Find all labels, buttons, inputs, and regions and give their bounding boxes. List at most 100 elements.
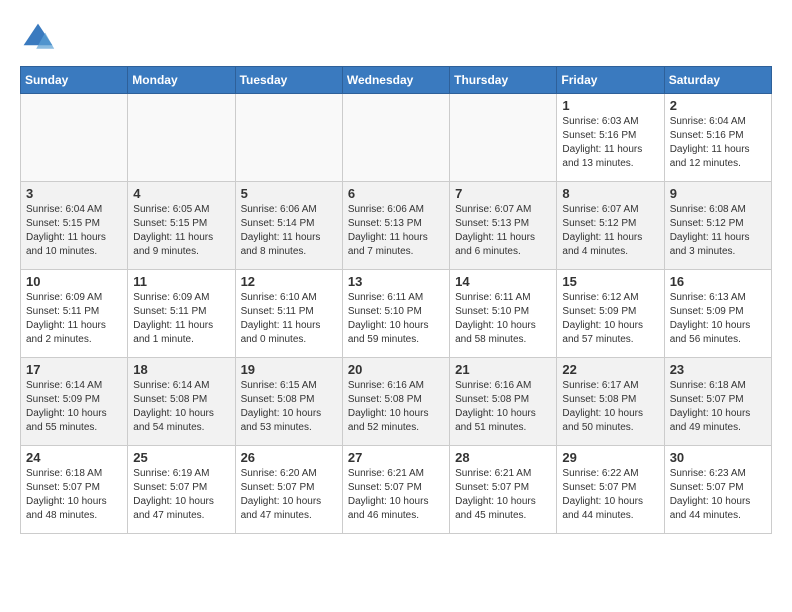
calendar-week-2: 3 Sunrise: 6:04 AM Sunset: 5:15 PM Daylig… [21,182,772,270]
day-number: 23 [670,362,766,377]
day-number: 13 [348,274,444,289]
calendar-table: SundayMondayTuesdayWednesdayThursdayFrid… [20,66,772,534]
calendar-cell: 28 Sunrise: 6:21 AM Sunset: 5:07 PM Dayli… [450,446,557,534]
day-info: Sunrise: 6:07 AM Sunset: 5:12 PM Dayligh… [562,203,658,259]
calendar-cell: 2Sunrise: 6:04 AM Sunset: 5:16 PM Daylig… [664,94,771,182]
calendar-cell [450,94,557,182]
calendar-cell: 14 Sunrise: 6:11 AM Sunset: 5:10 PM Dayli… [450,270,557,358]
calendar-cell [21,94,128,182]
calendar-cell: 23 Sunrise: 6:18 AM Sunset: 5:07 PM Dayli… [664,358,771,446]
day-info: Sunrise: 6:21 AM Sunset: 5:07 PM Dayligh… [455,467,551,523]
day-info: Sunrise: 6:15 AM Sunset: 5:08 PM Dayligh… [241,379,337,435]
calendar-cell [128,94,235,182]
calendar-cell: 7 Sunrise: 6:07 AM Sunset: 5:13 PM Daylig… [450,182,557,270]
day-number: 3 [26,186,122,201]
day-info: Sunrise: 6:13 AM Sunset: 5:09 PM Dayligh… [670,291,766,347]
day-info: Sunrise: 6:11 AM Sunset: 5:10 PM Dayligh… [348,291,444,347]
day-number: 6 [348,186,444,201]
calendar-cell: 16 Sunrise: 6:13 AM Sunset: 5:09 PM Dayli… [664,270,771,358]
day-info: Sunrise: 6:22 AM Sunset: 5:07 PM Dayligh… [562,467,658,523]
calendar-cell: 1 Sunrise: 6:03 AM Sunset: 5:16 PM Daylig… [557,94,664,182]
calendar-cell: 21 Sunrise: 6:16 AM Sunset: 5:08 PM Dayli… [450,358,557,446]
day-number: 18 [133,362,229,377]
day-info: Sunrise: 6:04 AM Sunset: 5:15 PM Dayligh… [26,203,122,259]
day-info: Sunrise: 6:09 AM Sunset: 5:11 PM Dayligh… [26,291,122,347]
calendar-cell: 5 Sunrise: 6:06 AM Sunset: 5:14 PM Daylig… [235,182,342,270]
calendar-cell: 3 Sunrise: 6:04 AM Sunset: 5:15 PM Daylig… [21,182,128,270]
day-number: 25 [133,450,229,465]
page-header [20,20,772,56]
day-number: 29 [562,450,658,465]
day-number: 1 [562,98,658,113]
day-info: Sunrise: 6:16 AM Sunset: 5:08 PM Dayligh… [348,379,444,435]
day-number: 17 [26,362,122,377]
day-info: Sunrise: 6:10 AM Sunset: 5:11 PM Dayligh… [241,291,337,347]
col-header-sunday: Sunday [21,67,128,94]
calendar-cell: 19 Sunrise: 6:15 AM Sunset: 5:08 PM Dayli… [235,358,342,446]
logo-icon [20,20,56,56]
day-number: 16 [670,274,766,289]
day-info: Sunrise: 6:04 AM Sunset: 5:16 PM Dayligh… [670,115,766,171]
calendar-header-row: SundayMondayTuesdayWednesdayThursdayFrid… [21,67,772,94]
day-number: 15 [562,274,658,289]
day-number: 20 [348,362,444,377]
day-number: 30 [670,450,766,465]
day-info: Sunrise: 6:14 AM Sunset: 5:09 PM Dayligh… [26,379,122,435]
day-info: Sunrise: 6:14 AM Sunset: 5:08 PM Dayligh… [133,379,229,435]
day-number: 8 [562,186,658,201]
calendar-cell: 20 Sunrise: 6:16 AM Sunset: 5:08 PM Dayli… [342,358,449,446]
day-info: Sunrise: 6:03 AM Sunset: 5:16 PM Dayligh… [562,115,658,171]
calendar-cell: 4Sunrise: 6:05 AM Sunset: 5:15 PM Daylig… [128,182,235,270]
col-header-wednesday: Wednesday [342,67,449,94]
calendar-cell: 6 Sunrise: 6:06 AM Sunset: 5:13 PM Daylig… [342,182,449,270]
day-number: 21 [455,362,551,377]
day-info: Sunrise: 6:19 AM Sunset: 5:07 PM Dayligh… [133,467,229,523]
calendar-week-5: 24 Sunrise: 6:18 AM Sunset: 5:07 PM Dayli… [21,446,772,534]
day-info: Sunrise: 6:16 AM Sunset: 5:08 PM Dayligh… [455,379,551,435]
day-info: Sunrise: 6:08 AM Sunset: 5:12 PM Dayligh… [670,203,766,259]
calendar-cell: 27 Sunrise: 6:21 AM Sunset: 5:07 PM Dayli… [342,446,449,534]
day-number: 11 [133,274,229,289]
day-info: Sunrise: 6:06 AM Sunset: 5:14 PM Dayligh… [241,203,337,259]
day-number: 9 [670,186,766,201]
day-number: 10 [26,274,122,289]
calendar-cell: 12 Sunrise: 6:10 AM Sunset: 5:11 PM Dayli… [235,270,342,358]
day-number: 12 [241,274,337,289]
calendar-cell: 25 Sunrise: 6:19 AM Sunset: 5:07 PM Dayli… [128,446,235,534]
col-header-saturday: Saturday [664,67,771,94]
calendar-cell: 29 Sunrise: 6:22 AM Sunset: 5:07 PM Dayli… [557,446,664,534]
day-number: 19 [241,362,337,377]
day-info: Sunrise: 6:06 AM Sunset: 5:13 PM Dayligh… [348,203,444,259]
day-info: Sunrise: 6:12 AM Sunset: 5:09 PM Dayligh… [562,291,658,347]
calendar-cell: 9 Sunrise: 6:08 AM Sunset: 5:12 PM Daylig… [664,182,771,270]
day-number: 7 [455,186,551,201]
day-number: 27 [348,450,444,465]
calendar-week-4: 17 Sunrise: 6:14 AM Sunset: 5:09 PM Dayli… [21,358,772,446]
day-number: 28 [455,450,551,465]
calendar-cell: 15 Sunrise: 6:12 AM Sunset: 5:09 PM Dayli… [557,270,664,358]
day-info: Sunrise: 6:07 AM Sunset: 5:13 PM Dayligh… [455,203,551,259]
calendar-cell [235,94,342,182]
calendar-cell: 26Sunrise: 6:20 AM Sunset: 5:07 PM Dayli… [235,446,342,534]
calendar-cell: 24 Sunrise: 6:18 AM Sunset: 5:07 PM Dayli… [21,446,128,534]
day-info: Sunrise: 6:11 AM Sunset: 5:10 PM Dayligh… [455,291,551,347]
day-number: 24 [26,450,122,465]
day-number: 14 [455,274,551,289]
day-number: 4 [133,186,229,201]
col-header-monday: Monday [128,67,235,94]
logo [20,20,62,56]
day-info: Sunrise: 6:18 AM Sunset: 5:07 PM Dayligh… [670,379,766,435]
day-info: Sunrise: 6:21 AM Sunset: 5:07 PM Dayligh… [348,467,444,523]
calendar-cell: 8 Sunrise: 6:07 AM Sunset: 5:12 PM Daylig… [557,182,664,270]
calendar-cell: 13 Sunrise: 6:11 AM Sunset: 5:10 PM Dayli… [342,270,449,358]
col-header-thursday: Thursday [450,67,557,94]
day-number: 26 [241,450,337,465]
day-number: 22 [562,362,658,377]
day-info: Sunrise: 6:18 AM Sunset: 5:07 PM Dayligh… [26,467,122,523]
col-header-friday: Friday [557,67,664,94]
calendar-cell: 10 Sunrise: 6:09 AM Sunset: 5:11 PM Dayli… [21,270,128,358]
calendar-cell: 17 Sunrise: 6:14 AM Sunset: 5:09 PM Dayli… [21,358,128,446]
day-number: 5 [241,186,337,201]
calendar-cell: 22Sunrise: 6:17 AM Sunset: 5:08 PM Dayli… [557,358,664,446]
col-header-tuesday: Tuesday [235,67,342,94]
